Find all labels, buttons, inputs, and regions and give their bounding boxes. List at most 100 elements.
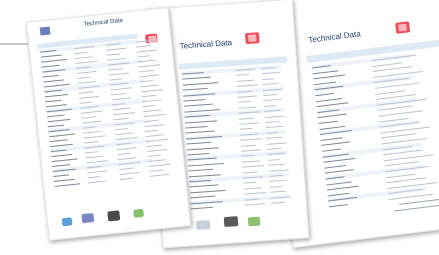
table-cell-line <box>51 158 78 163</box>
table-cell-line <box>77 76 91 79</box>
table-cell-line <box>378 110 423 117</box>
table-cell-line <box>85 155 104 159</box>
table-cell-line <box>136 49 157 53</box>
table-cell-line <box>242 171 259 174</box>
table-cell-line <box>185 126 207 129</box>
table-cell-line <box>189 189 226 194</box>
table-cell-line <box>42 74 59 78</box>
footer-line <box>393 204 439 212</box>
table-cell-line <box>115 132 133 136</box>
table-cell-line <box>328 204 349 208</box>
table-cell-line <box>312 69 339 74</box>
product-thumb-icon <box>223 216 239 228</box>
table-cell-line <box>139 74 160 78</box>
table-cell-line <box>386 177 427 184</box>
table-cell-line <box>265 120 280 123</box>
table-cell-line <box>145 129 159 133</box>
table-cell-line <box>268 169 289 172</box>
table-row-shade <box>319 119 420 137</box>
table-row-shade <box>322 142 423 159</box>
table-cell-line <box>185 130 215 134</box>
table-cell-line <box>140 89 163 93</box>
table-cell-line <box>53 178 75 182</box>
table-cell-line <box>238 117 255 120</box>
table-cell-line <box>147 148 167 153</box>
table-cell-line <box>119 172 140 176</box>
table-row-shade <box>327 186 428 203</box>
table-cell-line <box>261 72 280 75</box>
table-cell-line <box>47 118 71 123</box>
table-cell-line <box>264 104 277 107</box>
table-cell-line <box>40 54 62 58</box>
table-cell-line <box>144 124 165 128</box>
table-cell-line <box>118 167 135 171</box>
table-cell-line <box>183 103 213 107</box>
table-cell-line <box>326 185 359 191</box>
table-cell-line <box>263 94 278 97</box>
table-cell-line <box>139 80 154 83</box>
table-cell-line <box>240 138 263 141</box>
table-cell-line <box>183 99 206 102</box>
product-thumb-icon <box>61 217 73 227</box>
table-cell-line <box>182 88 208 91</box>
table-cell-line <box>145 134 164 138</box>
table-cell-line <box>237 95 258 98</box>
table-cell-line <box>144 119 160 123</box>
table-cell-line <box>244 203 265 206</box>
table-cell-line <box>270 190 287 193</box>
table-cell-line <box>191 206 213 210</box>
table-cell-line <box>382 149 423 156</box>
table-cell-line <box>117 152 131 156</box>
table-cell-line <box>111 92 127 96</box>
table-cell-line <box>41 58 68 63</box>
table-cell-line <box>239 122 260 125</box>
table-cell-line <box>269 179 288 183</box>
table-cell-line <box>318 120 338 125</box>
sheet-front: Technical Data <box>26 7 192 241</box>
table-cell-line <box>147 154 161 158</box>
sheet-title: Technical Data <box>307 29 362 45</box>
table-cell-line <box>236 84 259 88</box>
product-thumb-icon <box>133 208 145 218</box>
table-cell-line <box>83 135 106 139</box>
table-cell-line <box>43 79 65 83</box>
table-cell-line <box>53 174 69 177</box>
table-cell-line <box>236 79 254 82</box>
table-cell-line <box>190 195 216 199</box>
table-cell-line <box>82 130 101 134</box>
table-cell-line <box>241 160 260 163</box>
table-cell-line <box>76 70 97 74</box>
table-cell-line <box>108 68 124 71</box>
product-thumb-icon <box>81 213 95 224</box>
table-cell-line <box>54 183 81 187</box>
table-cell-line <box>106 53 121 56</box>
table-cell-line <box>323 158 356 163</box>
table-cell-line <box>106 47 127 51</box>
table-cell-line <box>182 81 219 86</box>
table-cell-line <box>184 119 218 124</box>
table-cell-line <box>266 142 287 145</box>
table-cell-line <box>244 192 267 195</box>
table-cell-line <box>114 127 128 131</box>
table-cell-line <box>188 162 224 167</box>
product-thumb-icon <box>195 220 211 231</box>
table-cell-line <box>372 62 402 67</box>
table-cell-line <box>88 180 106 184</box>
table-cell-line <box>87 176 101 179</box>
table-cell-line <box>315 97 342 102</box>
table-cell-line <box>138 64 161 68</box>
table-cell-line <box>186 146 220 151</box>
sheet-title: Technical Data <box>179 38 233 51</box>
table-cell-line <box>75 56 93 60</box>
product-thumb-icon <box>107 210 121 222</box>
table-cell-line <box>181 77 211 81</box>
table-cell-line <box>137 55 151 58</box>
table-cell-line <box>142 109 161 113</box>
table-cell-line <box>141 94 157 98</box>
table-cell-line <box>235 74 250 77</box>
table-cell-line <box>186 141 212 145</box>
table-cell-line <box>315 92 335 97</box>
table-cell-line <box>80 110 103 114</box>
table-cell-line <box>238 106 256 109</box>
table-cell-line <box>372 66 413 73</box>
